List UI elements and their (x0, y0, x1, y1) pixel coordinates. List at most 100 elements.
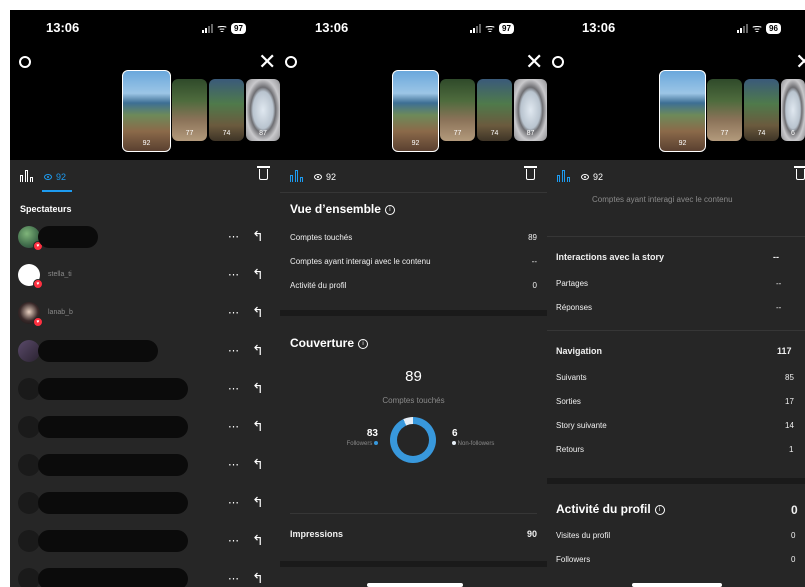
close-icon[interactable]: ✕ (795, 51, 805, 73)
more-options-icon[interactable]: ⋯ (228, 382, 240, 395)
viewer-row[interactable]: ♥ stella_ti ⋯ ↰ (18, 264, 280, 289)
story-thumb-1[interactable]: 92 (659, 70, 706, 152)
reply-icon[interactable]: ↰ (252, 342, 264, 359)
trash-icon[interactable] (257, 166, 270, 180)
views-tab[interactable]: 92 (314, 172, 336, 182)
viewer-row[interactable]: ⋯ ↰ (18, 530, 280, 554)
viewer-row[interactable]: jersib⋯↰ (18, 416, 280, 440)
more-options-icon[interactable]: ⋯ (228, 572, 240, 585)
info-icon[interactable]: i (384, 204, 395, 215)
redaction (38, 492, 188, 514)
followers-label: Followers (346, 441, 373, 447)
views-count: 92 (56, 172, 67, 182)
viewer-row[interactable]: ⋯ ↰ (18, 340, 280, 364)
viewer-row[interactable]: ⋯ ↰ (18, 568, 280, 587)
viewer-row[interactable]: ⋯ ↰ (18, 378, 280, 402)
navigation-item-value: 14 (785, 421, 794, 430)
more-options-icon[interactable]: ⋯ (228, 496, 240, 509)
battery-icon: 97 (231, 23, 246, 34)
thumb-views: 77 (720, 130, 729, 137)
views-tab[interactable]: 92 (44, 172, 66, 182)
avatar[interactable] (18, 378, 40, 400)
story-thumb-2[interactable]: 77 (707, 79, 742, 141)
avatar[interactable] (18, 454, 40, 476)
reply-icon[interactable]: ↰ (252, 266, 264, 283)
eye-icon (581, 174, 589, 180)
viewer-name[interactable]: lanab_b (48, 309, 73, 316)
wifi-icon: ᯤ (752, 23, 763, 35)
settings-icon[interactable] (19, 56, 31, 68)
more-options-icon[interactable]: ⋯ (228, 268, 240, 281)
insights-chart-icon[interactable] (290, 169, 304, 182)
reply-icon[interactable]: ↰ (252, 532, 264, 549)
reply-icon[interactable]: ↰ (252, 418, 264, 435)
viewer-row[interactable]: ⋯ ↰ (18, 454, 280, 478)
insights-chart-icon[interactable] (557, 169, 571, 182)
coverage-value: 89 (405, 368, 422, 385)
more-options-icon[interactable]: ⋯ (228, 230, 240, 243)
more-options-icon[interactable]: ⋯ (228, 344, 240, 357)
signal-icon (470, 24, 481, 33)
reply-icon[interactable]: ↰ (252, 456, 264, 473)
status-time: 13:06 (315, 20, 349, 35)
story-thumb-2[interactable]: 77 (172, 79, 207, 141)
profile-label: Followers (556, 555, 591, 564)
thumb-views: 87 (259, 130, 267, 137)
avatar[interactable] (18, 416, 40, 438)
info-icon[interactable]: i (358, 338, 369, 349)
viewer-row[interactable]: ⋯ ↰ (18, 492, 280, 516)
story-thumb-2[interactable]: 77 (440, 79, 475, 141)
reply-icon[interactable]: ↰ (252, 570, 264, 587)
viewer-row[interactable]: ♥ ⋯ ↰ (18, 226, 280, 251)
home-indicator (632, 583, 722, 587)
overview-screen: 13:06 ᯤ 97 ✕ 92 77 74 87 92 Vue d’ensemb… (280, 10, 547, 587)
views-tab[interactable]: 92 (581, 172, 603, 182)
avatar[interactable] (18, 568, 40, 587)
overview-value: 89 (528, 233, 537, 242)
story-thumb-3[interactable]: 74 (477, 79, 512, 141)
more-options-icon[interactable]: ⋯ (228, 420, 240, 433)
thumb-views: 77 (453, 130, 462, 137)
story-thumb-4[interactable]: 87 (246, 79, 280, 141)
close-icon[interactable]: ✕ (525, 51, 543, 73)
avatar[interactable] (18, 530, 40, 552)
settings-icon[interactable] (552, 56, 564, 68)
reply-icon[interactable]: ↰ (252, 228, 264, 245)
trash-icon[interactable] (524, 166, 537, 180)
thumb-views: 77 (185, 130, 194, 137)
thumb-views: 92 (411, 140, 420, 147)
more-options-icon[interactable]: ⋯ (228, 534, 240, 547)
interactions-label: Réponses (556, 303, 593, 312)
story-thumb-3[interactable]: 74 (209, 79, 244, 141)
avatar[interactable] (18, 492, 40, 514)
insights-chart-icon[interactable] (20, 169, 34, 182)
eye-icon (314, 174, 322, 180)
avatar[interactable] (18, 340, 40, 362)
viewer-row[interactable]: ♥ lanab_b ⋯ ↰ (18, 302, 280, 327)
status-bar: 13:06 ᯤ 97 (10, 10, 280, 42)
info-icon[interactable]: i (654, 504, 665, 515)
redaction (38, 530, 188, 552)
more-options-icon[interactable]: ⋯ (228, 306, 240, 319)
story-thumb-1[interactable]: 92 (392, 70, 439, 152)
wifi-icon: ᯤ (217, 23, 228, 35)
viewer-name[interactable]: stella_ti (48, 271, 72, 278)
story-thumb-3[interactable]: 74 (744, 79, 779, 141)
sheet-header: 92 (10, 160, 280, 192)
profile-activity-value: 0 (791, 503, 798, 517)
reply-icon[interactable]: ↰ (252, 380, 264, 397)
trash-icon[interactable] (794, 166, 805, 180)
viewers-title: Spectateurs (20, 204, 72, 214)
profile-item-value: 0 (791, 555, 796, 564)
more-options-icon[interactable]: ⋯ (228, 458, 240, 471)
interactions-value: -- (773, 252, 779, 262)
heart-icon: ♥ (33, 279, 43, 289)
reply-icon[interactable]: ↰ (252, 494, 264, 511)
reply-icon[interactable]: ↰ (252, 304, 264, 321)
story-thumb-4[interactable]: 6 (781, 79, 805, 141)
settings-icon[interactable] (285, 56, 297, 68)
close-icon[interactable]: ✕ (258, 51, 276, 73)
section-separator (280, 310, 547, 316)
story-thumb-1[interactable]: 92 (122, 70, 171, 152)
story-thumb-4[interactable]: 87 (514, 79, 547, 141)
